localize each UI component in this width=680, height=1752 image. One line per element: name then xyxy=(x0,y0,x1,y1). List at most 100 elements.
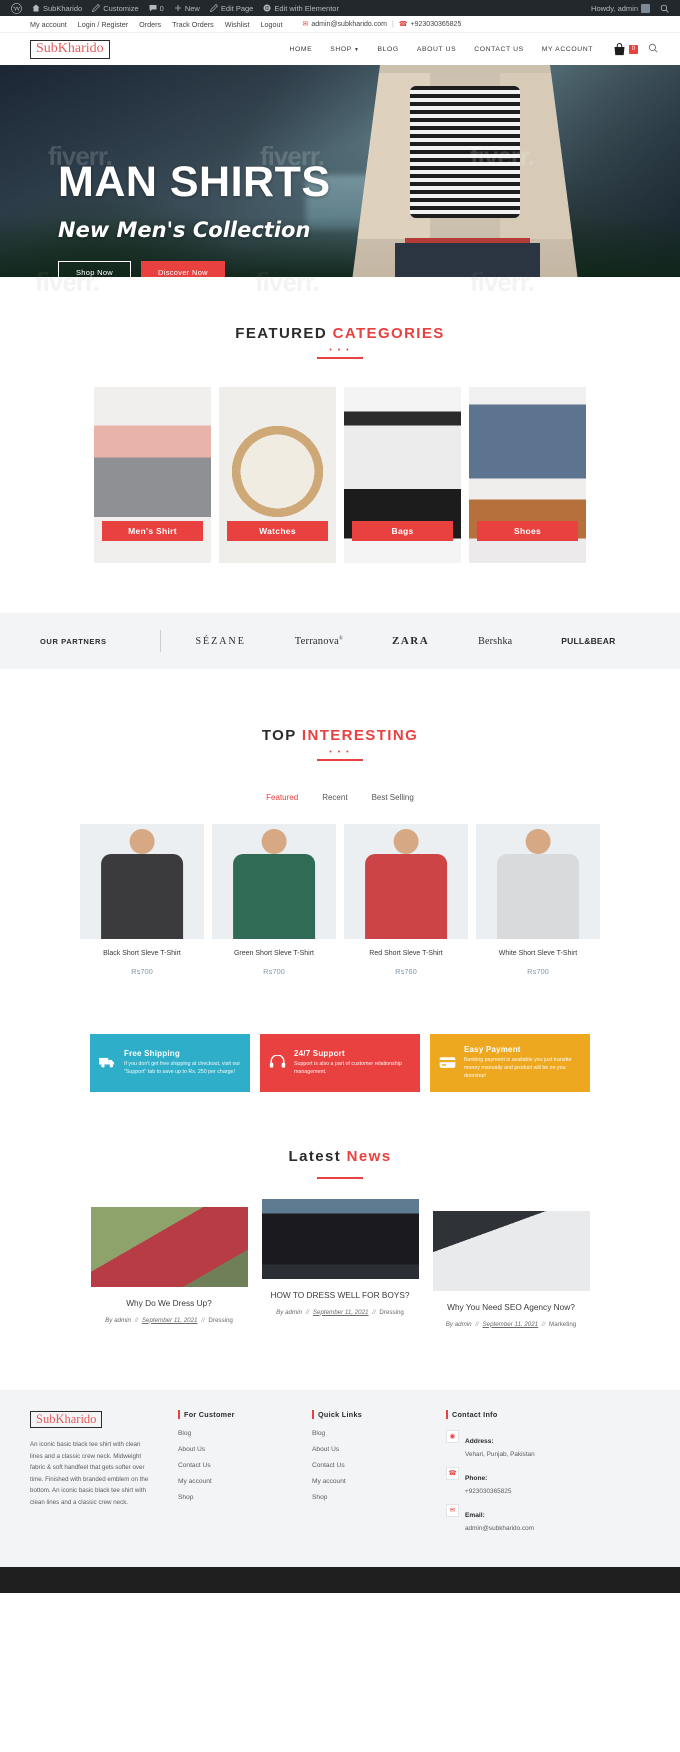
service-box-support[interactable]: 24/7 Support Support is also a part of c… xyxy=(260,1034,420,1092)
featured-categories-section: fiverr. fiverr. fiverr. FEATURED CATEGOR… xyxy=(0,267,680,563)
topbar-phone[interactable]: +923030365825 xyxy=(411,21,462,28)
nav-item-home[interactable]: HOME xyxy=(280,46,321,53)
partner-logo-pullandbear[interactable]: PULL&BEAR xyxy=(561,636,615,646)
news-thumbnail xyxy=(261,1199,419,1279)
news-category[interactable]: Marketing xyxy=(549,1321,576,1328)
footer-link-blog[interactable]: Blog xyxy=(178,1430,312,1437)
nav-item-contact-us[interactable]: CONTACT US xyxy=(465,46,533,53)
footer-link-contact-us[interactable]: Contact Us xyxy=(178,1462,312,1469)
footer-quick-link-shop[interactable]: Shop xyxy=(312,1494,446,1501)
topbar-email[interactable]: admin@subkharido.com xyxy=(311,21,387,28)
adminbar-comments[interactable]: 0 xyxy=(144,0,169,16)
featured-title-highlight: CATEGORIES xyxy=(332,325,445,342)
topbar-link-login-register[interactable]: Login / Register xyxy=(78,20,128,29)
footer-contact-value[interactable]: admin@subkharido.com xyxy=(465,1525,534,1532)
cart-button[interactable]: 0 xyxy=(612,42,638,57)
wp-admin-bar: SubKharido Customize 0 New Edit Page Edi… xyxy=(0,0,680,16)
adminbar-howdy[interactable]: Howdy, admin xyxy=(586,0,655,16)
heading-accent-bar xyxy=(178,1409,180,1419)
mail-icon: ✉ xyxy=(302,21,309,28)
news-card-why-do-we-dress-up[interactable]: Why Do We Dress Up? By admin // Septembe… xyxy=(90,1207,248,1324)
service-desc: Support is also a part of customer relat… xyxy=(294,1061,402,1075)
footer-quick-link-blog[interactable]: Blog xyxy=(312,1430,446,1437)
news-title-text[interactable]: Why Do We Dress Up? xyxy=(91,1298,248,1309)
nav-item-about-us[interactable]: ABOUT US xyxy=(408,46,465,53)
registered-mark: ® xyxy=(339,636,344,641)
news-category[interactable]: Dressing xyxy=(379,1309,403,1316)
news-meta-slash: // xyxy=(134,1316,139,1324)
footer-contact-value[interactable]: +923030365825 xyxy=(465,1488,511,1495)
category-card-shoes[interactable]: Shoes xyxy=(469,387,586,563)
topbar-link-track-orders[interactable]: Track Orders xyxy=(172,20,214,29)
footer-link-shop[interactable]: Shop xyxy=(178,1494,312,1501)
topbar-link-orders[interactable]: Orders xyxy=(139,20,161,29)
partner-logo-terranova-label: Terranova xyxy=(294,635,340,647)
avatar xyxy=(641,3,650,13)
category-card-watches[interactable]: Watches xyxy=(219,387,336,563)
topbar-link-my-account[interactable]: My account xyxy=(30,20,67,29)
news-card-why-you-need-seo-agency-now[interactable]: Why You Need SEO Agency Now? By admin //… xyxy=(432,1211,590,1328)
pencil-icon xyxy=(92,4,101,12)
service-box-easy-payment[interactable]: Easy Payment Banking payment is availabl… xyxy=(430,1034,590,1092)
footer-contact-column: Contact Info ◉ Address: Vehari, Punjab, … xyxy=(446,1409,606,1541)
tshirt-art xyxy=(365,853,447,939)
footer-logo[interactable]: SubKharido xyxy=(30,1410,103,1429)
tab-best-selling[interactable]: Best Selling xyxy=(372,793,414,802)
news-date[interactable]: September 11, 2021 xyxy=(313,1309,369,1316)
nav-item-blog[interactable]: BLOG xyxy=(369,46,408,53)
footer-contact-list: ◉ Address: Vehari, Punjab, Pakistan ☎ Ph… xyxy=(446,1429,606,1532)
product-card-white-tshirt[interactable]: White Short Sleve T-Shirt Rs700 xyxy=(476,824,600,976)
topbar-link-wishlist[interactable]: Wishlist xyxy=(225,20,250,29)
news-date[interactable]: September 11, 2021 xyxy=(483,1321,539,1328)
interesting-title-plain: TOP xyxy=(261,727,302,744)
site-logo[interactable]: SubKharido xyxy=(30,39,110,59)
discover-now-button[interactable]: Discover Now xyxy=(141,261,225,277)
topbar-link-logout[interactable]: Logout xyxy=(261,20,283,29)
partners-bar: OUR PARTNERS SÉZANE Terranova® ZARA Bers… xyxy=(0,613,680,669)
shop-now-button[interactable]: Shop Now xyxy=(58,261,132,277)
news-title-text[interactable]: HOW TO DRESS WELL FOR BOYS? xyxy=(262,1290,419,1301)
adminbar-customize[interactable]: Customize xyxy=(87,0,143,16)
adminbar-edit-page[interactable]: Edit Page xyxy=(205,0,259,16)
news-date[interactable]: September 11, 2021 xyxy=(142,1317,198,1324)
footer-quick-link-contact-us[interactable]: Contact Us xyxy=(312,1462,446,1469)
product-card-black-tshirt[interactable]: Black Short Sleve T-Shirt Rs700 xyxy=(80,824,204,976)
tab-recent[interactable]: Recent xyxy=(322,793,347,802)
wp-logo-menu[interactable] xyxy=(6,0,27,16)
service-desc: Banking payment is available you just tr… xyxy=(464,1057,572,1079)
news-meta-slash: // xyxy=(372,1308,376,1316)
category-label: Shoes xyxy=(477,521,578,541)
tab-featured[interactable]: Featured xyxy=(266,793,298,802)
search-button[interactable] xyxy=(648,40,658,58)
hero-content: MAN SHIRTS New Men's Collection Shop Now… xyxy=(58,161,331,277)
partner-logo-terranova[interactable]: Terranova® xyxy=(295,636,343,647)
partner-logo-sezane[interactable]: SÉZANE xyxy=(195,636,245,647)
service-box-free-shipping[interactable]: Free Shipping If you don't get free ship… xyxy=(90,1034,250,1092)
footer-link-my-account[interactable]: My account xyxy=(178,1478,312,1485)
adminbar-new[interactable]: New xyxy=(169,0,205,16)
partner-logo-zara[interactable]: ZARA xyxy=(392,635,429,647)
news-category[interactable]: Dressing xyxy=(208,1317,232,1324)
adminbar-edit-elementor[interactable]: Edit with Elementor xyxy=(258,0,344,16)
product-card-red-tshirt[interactable]: Red Short Sleve T-Shirt Rs760 xyxy=(344,824,468,976)
category-card-bags[interactable]: Bags xyxy=(344,387,461,563)
news-card-how-to-dress-well-for-boys[interactable]: HOW TO DRESS WELL FOR BOYS? By admin // … xyxy=(261,1199,419,1316)
tshirt-art xyxy=(233,853,315,939)
site-logo-text: SubKharido xyxy=(36,40,104,56)
nav-item-my-account[interactable]: MY ACCOUNT xyxy=(533,46,602,53)
partners-logos: SÉZANE Terranova® ZARA Bershka PULL&BEAR xyxy=(171,635,640,647)
adminbar-search[interactable] xyxy=(655,0,674,16)
service-text: Free Shipping If you don't get free ship… xyxy=(124,1049,241,1077)
category-card-mens-shirt[interactable]: Men's Shirt xyxy=(94,387,211,563)
footer-link-about-us[interactable]: About Us xyxy=(178,1446,312,1453)
product-card-green-tshirt[interactable]: Green Short Sleve T-Shirt Rs700 xyxy=(212,824,336,976)
nav-item-shop[interactable]: SHOP ▼ xyxy=(321,46,368,53)
news-title-text[interactable]: Why You Need SEO Agency Now? xyxy=(433,1302,590,1313)
model-head xyxy=(525,828,551,854)
footer-quick-link-about-us[interactable]: About Us xyxy=(312,1446,446,1453)
adminbar-howdy-label: Howdy, admin xyxy=(591,3,638,13)
partner-logo-bershka[interactable]: Bershka xyxy=(478,636,512,647)
adminbar-site-name[interactable]: SubKharido xyxy=(27,0,87,16)
model-head xyxy=(261,828,287,854)
footer-quick-link-my-account[interactable]: My account xyxy=(312,1478,446,1485)
